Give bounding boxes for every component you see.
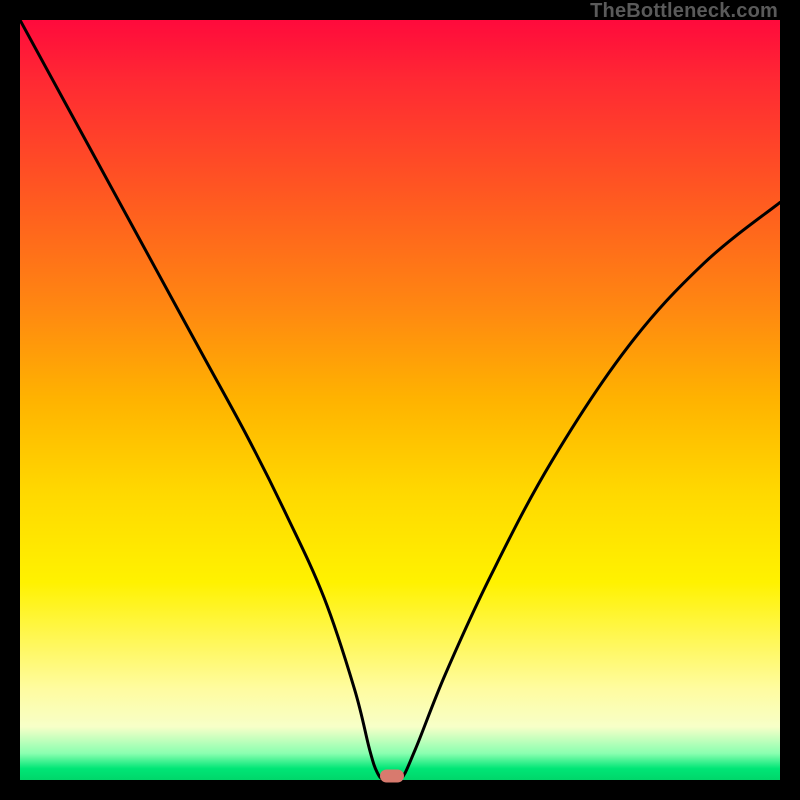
bottleneck-curve-path [20, 20, 780, 780]
curve-svg [20, 20, 780, 780]
plot-area [20, 20, 780, 780]
optimum-marker [380, 770, 404, 783]
chart-frame: TheBottleneck.com [0, 0, 800, 800]
